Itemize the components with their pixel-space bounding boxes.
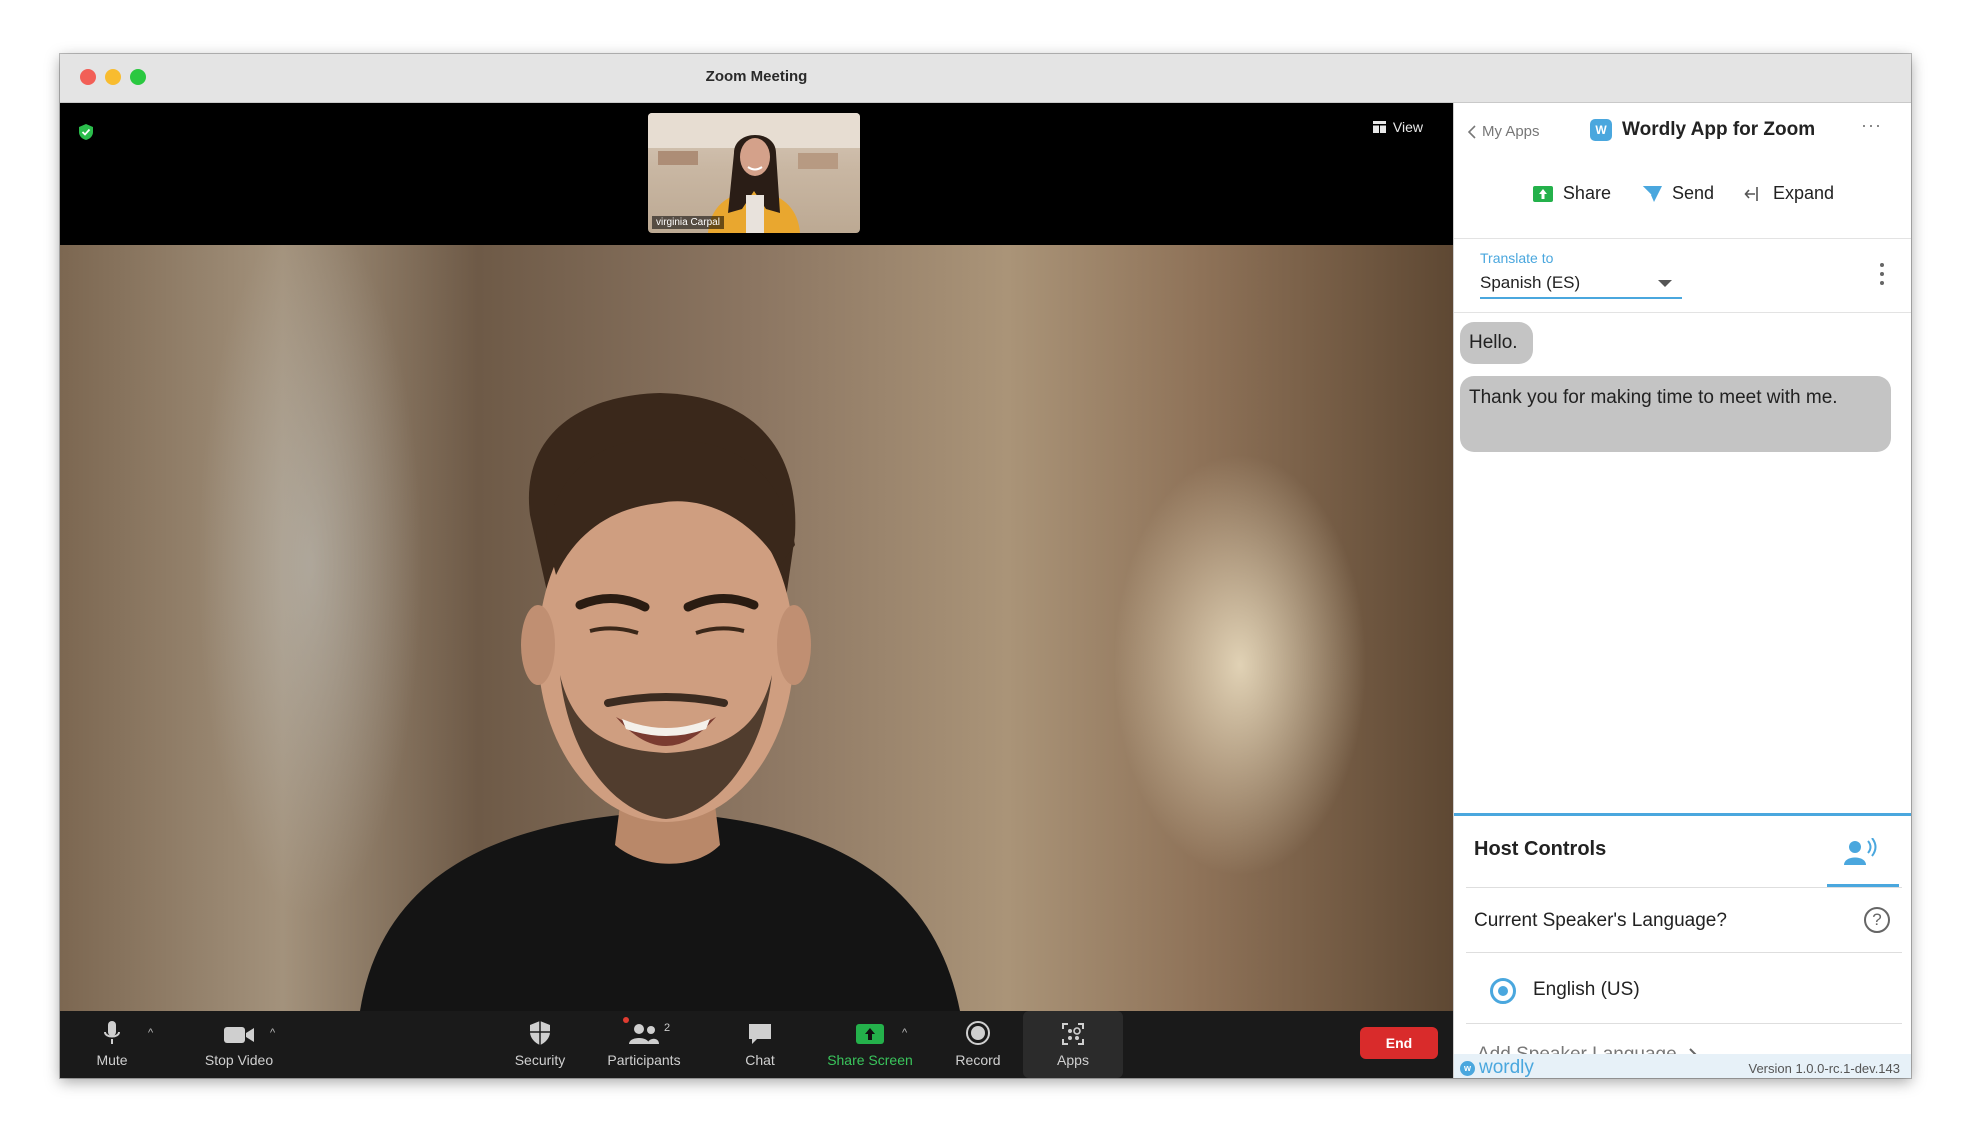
microphone-icon (104, 1021, 120, 1044)
participant-name-tag: virginia Carpal (652, 216, 724, 229)
zoom-window: Zoom Meeting virginia Carpal View Mute ^… (60, 54, 1911, 1078)
participants-count: 2 (664, 1022, 671, 1034)
panel-footer: w wordly Version 1.0.0-rc.1-dev.143 (1454, 1054, 1911, 1078)
record-button[interactable]: Record (940, 1011, 1016, 1078)
share-screen-icon (856, 1024, 884, 1044)
my-apps-back-link[interactable]: My Apps (1468, 123, 1540, 140)
speaker-icon[interactable] (1844, 838, 1878, 866)
video-options-caret[interactable]: ^ (270, 1027, 275, 1039)
version-text: Version 1.0.0-rc.1-dev.143 (1748, 1061, 1900, 1076)
end-meeting-button[interactable]: End (1360, 1027, 1438, 1059)
record-label: Record (955, 1052, 1001, 1068)
kebab-icon[interactable] (1880, 263, 1884, 290)
chat-bubble-icon (749, 1024, 771, 1044)
meeting-toolbar: Mute ^ Stop Video ^ Security Participant… (60, 1011, 1453, 1078)
share-icon (1532, 185, 1553, 202)
wordly-brand-text: wordly (1479, 1057, 1534, 1078)
divider (1466, 887, 1902, 888)
app-title: W Wordly App for Zoom (1590, 119, 1815, 141)
security-shield-icon (530, 1021, 550, 1045)
view-button[interactable]: View (1372, 119, 1423, 135)
host-controls-title: Host Controls (1474, 838, 1607, 860)
grid-icon (1372, 121, 1386, 133)
gallery-strip: virginia Carpal View (60, 103, 1453, 245)
window-title: Zoom Meeting (705, 68, 808, 85)
divider (1454, 312, 1911, 313)
transcript-message: Hello. (1460, 322, 1533, 364)
app-title-text: Wordly App for Zoom (1622, 119, 1816, 140)
more-options-icon[interactable]: ··· (1861, 115, 1882, 136)
send-label: Send (1671, 183, 1715, 203)
stop-video-label: Stop Video (204, 1052, 274, 1068)
active-speaker-video (60, 245, 1453, 1011)
wordly-logo-icon: W (1590, 119, 1612, 141)
chat-label: Chat (745, 1052, 775, 1068)
radio-selected-dot (1498, 986, 1508, 996)
notification-dot (623, 1017, 629, 1023)
security-button[interactable]: Security (500, 1011, 580, 1078)
view-label: View (1392, 119, 1423, 135)
my-apps-label: My Apps (1482, 123, 1540, 140)
record-icon (966, 1021, 990, 1045)
security-label: Security (514, 1052, 566, 1068)
expand-label: Expand (1773, 183, 1835, 203)
shield-icon[interactable] (78, 123, 94, 141)
help-icon[interactable]: ? (1864, 907, 1890, 933)
expand-action-button[interactable]: Expand (1744, 183, 1834, 204)
speaker-language-question: Current Speaker's Language? (1474, 910, 1727, 931)
send-icon (1641, 185, 1662, 202)
share-options-caret[interactable]: ^ (902, 1027, 907, 1039)
host-controls-section: Host Controls Current Speaker's Language… (1454, 813, 1911, 1078)
title-bar: Zoom Meeting (60, 54, 1911, 103)
mute-label: Mute (96, 1052, 128, 1068)
video-camera-icon (224, 1027, 254, 1043)
divider (1466, 952, 1902, 953)
apps-icon (1062, 1023, 1084, 1045)
share-screen-button[interactable]: Share Screen (814, 1011, 926, 1078)
participants-button[interactable]: Participants (592, 1011, 696, 1078)
chat-button[interactable]: Chat (720, 1011, 800, 1078)
speaker-image (360, 393, 960, 1011)
participant-thumbnail-image (648, 113, 860, 233)
app-actions: Share Send Expand (1454, 183, 1911, 204)
wordly-brand-icon: w (1460, 1060, 1475, 1076)
participants-icon (629, 1024, 659, 1044)
share-label: Share (1562, 183, 1611, 203)
target-language-select[interactable]: Spanish (ES) (1480, 271, 1682, 299)
video-stage: virginia Carpal View (60, 103, 1453, 1011)
divider (1466, 1023, 1902, 1024)
wordly-brand: w wordly (1460, 1057, 1534, 1078)
share-action-button[interactable]: Share (1532, 183, 1611, 204)
apps-button[interactable]: Apps (1023, 1011, 1123, 1078)
audio-options-caret[interactable]: ^ (148, 1027, 153, 1039)
send-action-button[interactable]: Send (1641, 183, 1714, 204)
transcript-message: Thank you for making time to meet with m… (1460, 376, 1891, 452)
chevron-left-icon (1468, 124, 1476, 139)
wordly-app-panel: My Apps W Wordly App for Zoom ··· Share … (1453, 103, 1911, 1078)
expand-icon (1744, 186, 1758, 201)
english-us-radio[interactable] (1490, 978, 1516, 1004)
target-language-value: Spanish (ES) (1480, 273, 1581, 292)
participants-label: Participants (607, 1052, 681, 1068)
participant-thumbnail[interactable]: virginia Carpal (648, 113, 860, 233)
divider (1454, 238, 1911, 239)
share-screen-label: Share Screen (827, 1052, 913, 1068)
mute-button[interactable]: Mute (84, 1011, 140, 1078)
stop-video-button[interactable]: Stop Video (184, 1011, 294, 1078)
apps-label: Apps (1057, 1052, 1089, 1068)
english-us-label: English (US) (1533, 979, 1640, 1000)
translate-to-label: Translate to (1480, 250, 1554, 266)
dropdown-arrow-icon (1658, 280, 1672, 287)
